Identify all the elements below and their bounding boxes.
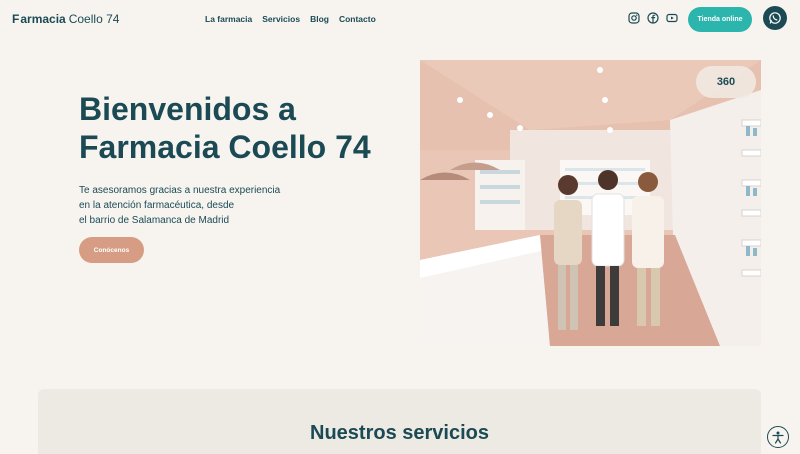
services-title: Nuestros servicios bbox=[310, 422, 489, 444]
shop-online-button[interactable]: Tienda online bbox=[688, 7, 752, 32]
site-logo[interactable]: F armacia Coello 74 bbox=[12, 12, 119, 26]
hero-text-line-3: el barrio de Salamanca de Madrid bbox=[79, 215, 230, 226]
conocenos-button[interactable]: Conócenos bbox=[79, 237, 144, 263]
360-label: 360 bbox=[716, 76, 736, 88]
nav-item-servicios[interactable]: Servicios bbox=[262, 14, 300, 24]
instagram-icon[interactable] bbox=[628, 12, 640, 24]
nav-item-la-farmacia[interactable]: La farmacia bbox=[205, 14, 252, 24]
whatsapp-icon bbox=[769, 12, 781, 24]
pharmacy-photo[interactable]: 360 bbox=[420, 60, 761, 346]
site-header: F armacia Coello 74 La farmacia Servicio… bbox=[0, 0, 800, 40]
hero-text-line-2: en la atención farmacéutica, desde bbox=[79, 200, 235, 211]
social-links bbox=[628, 12, 678, 24]
youtube-icon[interactable] bbox=[666, 12, 678, 24]
facebook-icon[interactable] bbox=[647, 12, 659, 24]
hero-title-line-2: Farmacia Coello 74 bbox=[79, 129, 371, 165]
360-view-badge[interactable]: 360 bbox=[696, 66, 756, 98]
accessibility-button[interactable] bbox=[767, 426, 789, 448]
pharmacy-interior-image bbox=[420, 60, 761, 346]
logo-light-text: Coello 74 bbox=[68, 12, 120, 26]
whatsapp-button[interactable] bbox=[763, 6, 787, 30]
nav-item-contacto[interactable]: Contacto bbox=[339, 14, 376, 24]
hero-description: Te asesoramos gracias a nuestra experien… bbox=[79, 183, 319, 228]
accessibility-icon bbox=[772, 431, 784, 444]
nav-item-blog[interactable]: Blog bbox=[310, 14, 329, 24]
logo-bold-text: armacia bbox=[20, 12, 66, 26]
services-section: Nuestros servicios bbox=[38, 389, 761, 454]
main-nav: La farmacia Servicios Blog Contacto bbox=[205, 14, 376, 24]
hero-title: Bienvenidos a Farmacia Coello 74 bbox=[79, 90, 399, 166]
hero-text-line-1: Te asesoramos gracias a nuestra experien… bbox=[79, 185, 281, 196]
hero-title-line-1: Bienvenidos a bbox=[79, 91, 296, 127]
logo-prefix: F bbox=[12, 12, 20, 26]
